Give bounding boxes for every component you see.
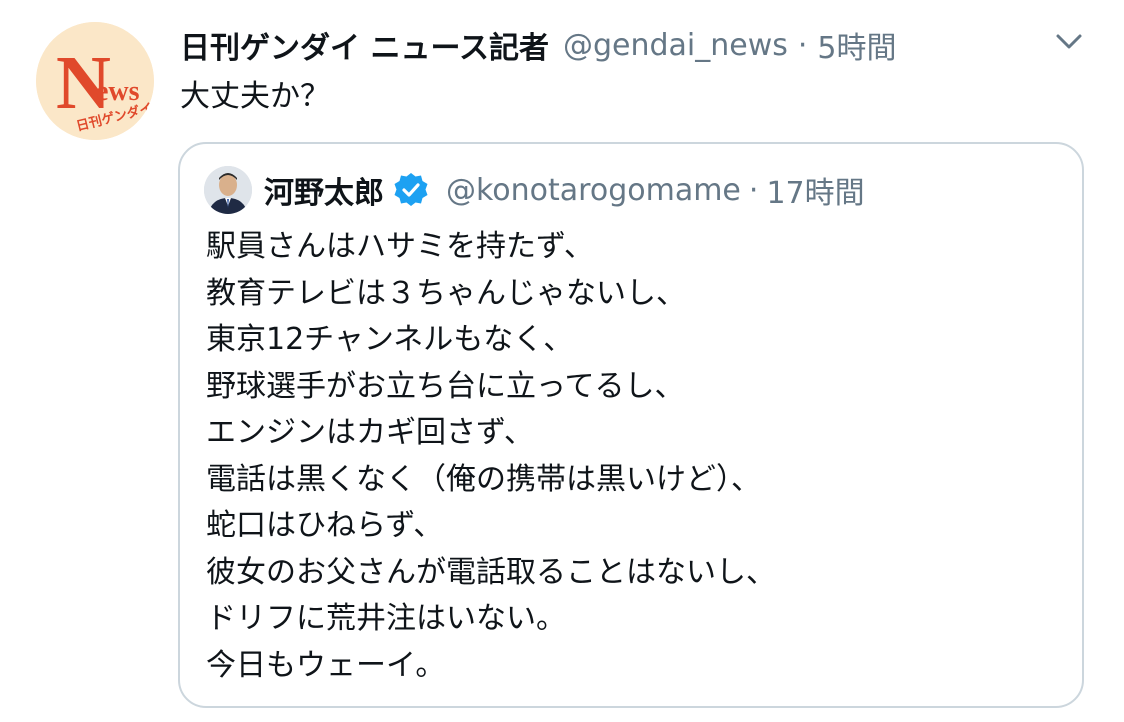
tweet-menu-button[interactable] xyxy=(1052,30,1086,54)
quoted-tweet-timestamp[interactable]: 17時間 xyxy=(766,168,864,212)
quoted-tweet[interactable]: 河野太郎 @konotarogomame · 17時間 駅員さんはハサミを持たず… xyxy=(178,142,1084,708)
author-name[interactable]: 日刊ゲンダイ ニュース記者 xyxy=(180,23,549,67)
quoted-text-line: エンジンはカギ回さず、 xyxy=(206,415,534,450)
header-separator: · xyxy=(797,27,808,63)
quoted-text-line: 今日もウェーイ。 xyxy=(206,647,446,683)
quoted-author-avatar[interactable] xyxy=(204,166,252,214)
quoted-author-handle[interactable]: @konotarogomame xyxy=(446,173,741,208)
chevron-down-icon xyxy=(1056,34,1082,49)
quoted-text-line: 東京12チャンネルもなく、 xyxy=(206,322,574,357)
verified-badge-icon xyxy=(392,171,430,209)
quoted-text-line: 電話は黒くなく（俺の携帯は黒いけど）、 xyxy=(206,461,761,497)
quoted-text-line: 彼女のお父さんが電話取ることはないし、 xyxy=(206,554,776,590)
quoted-text-line: 駅員さんはハサミを持たず、 xyxy=(206,229,594,264)
person-avatar-icon xyxy=(204,166,252,214)
quoted-tweet-header: 河野太郎 @konotarogomame · 17時間 xyxy=(264,166,865,214)
logo-small-letters: ews xyxy=(96,76,140,107)
quoted-tweet-text: 駅員さんはハサミを持たず、 教育テレビは３ちゃんじゃないし、 東京12チャンネル… xyxy=(206,224,1066,689)
quoted-text-line: 蛇口はひねらず、 xyxy=(206,508,444,543)
tweet-text: 大丈夫か？ xyxy=(180,79,330,114)
quoted-text-line: 教育テレビは３ちゃんじゃないし、 xyxy=(206,275,686,311)
author-avatar[interactable]: N ews 日刊ゲンダイ xyxy=(36,22,154,140)
quoted-text-line: 野球選手がお立ち台に立ってるし、 xyxy=(206,368,685,404)
quoted-header-separator: · xyxy=(748,172,759,208)
quoted-text-line: ドリフに荒井注はいない。 xyxy=(206,601,566,636)
tweet-header: 日刊ゲンダイ ニュース記者 @gendai_news · 5時間 xyxy=(180,22,897,68)
quoted-author-name[interactable]: 河野太郎 xyxy=(264,168,384,212)
author-handle[interactable]: @gendai_news xyxy=(563,28,788,63)
news-logo-icon: N ews 日刊ゲンダイ xyxy=(36,22,154,140)
tweet[interactable]: N ews 日刊ゲンダイ 日刊ゲンダイ ニュース記者 @gendai_news … xyxy=(0,0,1124,722)
tweet-timestamp[interactable]: 5時間 xyxy=(817,23,896,67)
